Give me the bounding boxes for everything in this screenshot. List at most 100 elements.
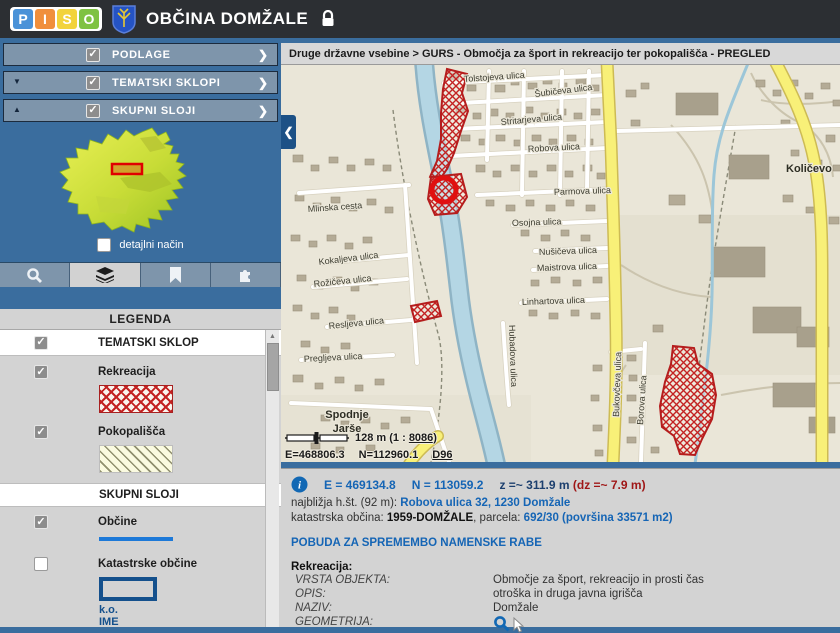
- map-canvas[interactable]: Tolstojeva ulicaŠubičeva ulicaStritarjev…: [281, 65, 840, 462]
- legend-item-katastrske[interactable]: Katastrske občine: [0, 557, 281, 571]
- rekreacija-checkbox[interactable]: ✓: [34, 365, 48, 379]
- cadastral-label: katastrska občina:: [291, 512, 387, 524]
- legend-scrollbar[interactable]: ▲: [265, 330, 279, 627]
- field-label: NAZIV:: [291, 601, 493, 615]
- legend-item-pokopalisca[interactable]: ✓ Pokopališča: [0, 425, 281, 439]
- scale-ratio-link[interactable]: 8086: [409, 432, 433, 444]
- initiative-link[interactable]: POBUDA ZA SPREMEMBO NAMENSKE RABE: [291, 537, 830, 549]
- app-title: OBČINA DOMŽALE: [146, 9, 308, 29]
- chevron-right-icon[interactable]: ❯: [258, 76, 268, 90]
- detail-mode-checkbox[interactable]: [97, 238, 111, 252]
- geometry-zoom-icon[interactable]: [493, 615, 510, 632]
- theme-checkbox[interactable]: ✓: [34, 336, 48, 350]
- field-label: GEOMETRIJA:: [291, 615, 493, 633]
- scrollbar-thumb[interactable]: [267, 343, 279, 391]
- layers-icon: [96, 267, 114, 283]
- piso-letter-o: O: [79, 9, 99, 29]
- detail-mode-label: detajlni način: [119, 239, 183, 251]
- street-label: Osojna ulica: [512, 216, 562, 228]
- parcel-label: , parcela:: [473, 512, 524, 524]
- pokopalisca-swatch: [99, 445, 173, 473]
- field-value: Domžale: [493, 601, 538, 615]
- place-label: Količevo: [786, 163, 832, 175]
- pokopalisca-checkbox[interactable]: ✓: [34, 425, 48, 439]
- cadastral-value: 1959-DOMŽALE: [387, 512, 473, 524]
- legend-item-obcine[interactable]: ✓ Občine: [0, 515, 281, 529]
- ko-caption: k.o. IME: [99, 604, 281, 627]
- coord-e-value: E = 469134.8: [324, 478, 396, 492]
- legend-theme-header[interactable]: ✓ TEMATSKI SKLOP: [0, 330, 281, 356]
- breadcrumb: Druge državne vsebine > GURS - Območja z…: [281, 43, 840, 65]
- panel-skupni-sloji[interactable]: ▲ ✓ SKUPNI SLOJI ❯: [3, 99, 278, 122]
- datum-link[interactable]: D96: [432, 449, 452, 461]
- field-value: Območje za šport, rekreacijo in prosti č…: [493, 573, 704, 587]
- tab-bookmark[interactable]: [141, 263, 211, 287]
- piso-letter-s: S: [57, 9, 77, 29]
- tab-modules[interactable]: [211, 263, 281, 287]
- bookmark-icon: [169, 267, 182, 283]
- coord-n: N=112960.1: [359, 449, 419, 461]
- skupni-label: SKUPNI SLOJI: [112, 105, 196, 117]
- overview-map[interactable]: [0, 126, 281, 234]
- municipality-coat-of-arms: [112, 5, 136, 34]
- info-panel: i E = 469134.8 N = 113059.2 z =~ 311.9 m…: [281, 468, 840, 627]
- legend-title: LEGENDA: [0, 309, 281, 330]
- chevron-right-icon[interactable]: ❯: [258, 48, 268, 62]
- street-label: Parmova ulica: [554, 185, 611, 197]
- nearest-address-label: najbližja h.št. (92 m):: [291, 497, 400, 509]
- tab-layers[interactable]: [70, 263, 140, 287]
- panel-podlage[interactable]: ✓ PODLAGE ❯: [3, 43, 278, 66]
- field-label: VRSTA OBJEKTA:: [291, 573, 493, 587]
- cursor-coordinates: E=468806.3 N=112960.1 D96: [285, 449, 466, 461]
- collapse-down-icon[interactable]: ▼: [13, 77, 21, 87]
- piso-letter-p: P: [13, 9, 33, 29]
- legend-common-header: SKUPNI SLOJI: [0, 483, 281, 507]
- parcel-link[interactable]: 692/30 (površina 33571 m2): [524, 512, 673, 524]
- street-label: Nušičeva ulica: [539, 245, 597, 257]
- chevron-right-icon[interactable]: ❯: [258, 104, 268, 118]
- podlage-label: PODLAGE: [112, 49, 171, 61]
- piso-letter-i: I: [35, 9, 55, 29]
- coord-e: E=468806.3: [285, 449, 345, 461]
- piso-logo[interactable]: P I S O: [10, 7, 102, 31]
- sidebar-tabs: [0, 262, 281, 287]
- depth-value: (dz =~ 7.9 m): [573, 478, 646, 492]
- panel-tematski-sklopi[interactable]: ▼ ✓ TEMATSKI SKLOPI ❯: [3, 71, 278, 94]
- collapse-up-icon[interactable]: ▲: [13, 105, 21, 115]
- podlage-checkbox[interactable]: ✓: [86, 48, 100, 62]
- extent-rectangle: [112, 164, 142, 174]
- field-label: OPIS:: [291, 587, 493, 601]
- map-pane: Druge državne vsebine > GURS - Območja z…: [281, 38, 840, 627]
- obcine-swatch: [99, 537, 173, 541]
- coord-n-value: N = 113059.2: [412, 478, 484, 492]
- map-scalebar: 128 m (1 : 8086): [285, 431, 437, 445]
- info-icon[interactable]: i: [291, 476, 308, 493]
- puzzle-icon: [236, 267, 254, 283]
- sidebar-collapse-button[interactable]: ❮: [281, 115, 296, 149]
- rekreacija-swatch: [99, 385, 173, 413]
- field-value: otroška in druga javna igrišča: [493, 587, 643, 601]
- search-icon: [26, 267, 43, 284]
- place-label: Spodnje: [325, 409, 368, 421]
- lock-icon: [320, 10, 336, 28]
- scale-text: 128 m (1 :: [355, 432, 409, 444]
- scroll-up-icon[interactable]: ▲: [266, 330, 279, 342]
- map-viewport[interactable]: Tolstojeva ulicaŠubičeva ulicaStritarjev…: [281, 65, 840, 462]
- sidebar: ✓ PODLAGE ❯ ▼ ✓ TEMATSKI SKLOPI ❯ ▲ ✓ SK…: [0, 38, 281, 627]
- tab-search[interactable]: [0, 263, 70, 287]
- legend-item-rekreacija[interactable]: ✓ Rekreacija: [0, 365, 281, 379]
- mouse-cursor-icon: [512, 617, 525, 633]
- street-label: Maistrova ulica: [537, 261, 597, 273]
- elevation-value: z =~ 311.9 m: [499, 478, 569, 492]
- skupni-checkbox[interactable]: ✓: [86, 104, 100, 118]
- app-header: P I S O OBČINA DOMŽALE: [0, 0, 840, 38]
- tematski-label: TEMATSKI SKLOPI: [112, 77, 220, 89]
- katastrske-swatch: [99, 577, 157, 601]
- obcine-checkbox[interactable]: ✓: [34, 515, 48, 529]
- katastrske-checkbox[interactable]: [34, 557, 48, 571]
- scalebar-graphic: [285, 431, 349, 445]
- legend: LEGENDA ✓ TEMATSKI SKLOP ✓ Rekreacija ✓ …: [0, 309, 281, 627]
- nearest-address-link[interactable]: Robova ulica 32, 1230 Domžale: [400, 497, 570, 509]
- section-title: Rekreacija:: [291, 561, 830, 573]
- tematski-checkbox[interactable]: ✓: [86, 76, 100, 90]
